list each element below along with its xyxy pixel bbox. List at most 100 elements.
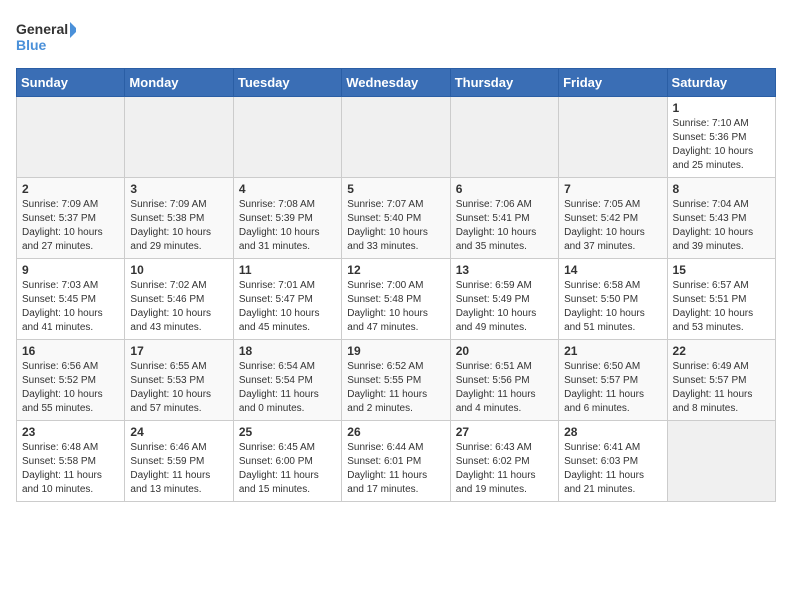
day-info: Sunrise: 6:55 AM Sunset: 5:53 PM Dayligh… — [130, 360, 227, 416]
calendar-cell: 18 Sunrise: 6:54 AM Sunset: 5:54 PM Dayli… — [233, 340, 341, 421]
day-number: 3 — [130, 182, 227, 196]
calendar-cell: 13 Sunrise: 6:59 AM Sunset: 5:49 PM Dayli… — [450, 259, 558, 340]
day-info: Sunrise: 6:50 AM Sunset: 5:57 PM Dayligh… — [564, 360, 661, 416]
day-number: 10 — [130, 263, 227, 277]
day-info: Sunrise: 7:09 AM Sunset: 5:37 PM Dayligh… — [22, 198, 119, 254]
calendar-cell: 10 Sunrise: 7:02 AM Sunset: 5:46 PM Dayli… — [125, 259, 233, 340]
day-number: 24 — [130, 425, 227, 439]
day-info: Sunrise: 6:41 AM Sunset: 6:03 PM Dayligh… — [564, 441, 661, 497]
day-number: 28 — [564, 425, 661, 439]
calendar-cell: 27 Sunrise: 6:43 AM Sunset: 6:02 PM Dayli… — [450, 421, 558, 502]
calendar-cell — [17, 97, 125, 178]
dow-header-sunday: Sunday — [17, 69, 125, 97]
day-number: 1 — [673, 101, 770, 115]
week-row-5: 23 Sunrise: 6:48 AM Sunset: 5:58 PM Dayli… — [17, 421, 776, 502]
day-of-week-row: SundayMondayTuesdayWednesdayThursdayFrid… — [17, 69, 776, 97]
day-number: 16 — [22, 344, 119, 358]
day-info: Sunrise: 6:49 AM Sunset: 5:57 PM Dayligh… — [673, 360, 770, 416]
calendar-cell: 20Sunrise: 6:51 AM Sunset: 5:56 PM Dayli… — [450, 340, 558, 421]
calendar-cell: 23 Sunrise: 6:48 AM Sunset: 5:58 PM Dayli… — [17, 421, 125, 502]
day-number: 21 — [564, 344, 661, 358]
dow-header-monday: Monday — [125, 69, 233, 97]
calendar-cell — [450, 97, 558, 178]
day-info: Sunrise: 6:46 AM Sunset: 5:59 PM Dayligh… — [130, 441, 227, 497]
calendar-cell: 24 Sunrise: 6:46 AM Sunset: 5:59 PM Dayli… — [125, 421, 233, 502]
week-row-3: 9 Sunrise: 7:03 AM Sunset: 5:45 PM Daylig… — [17, 259, 776, 340]
logo-icon: General Blue — [16, 16, 76, 60]
calendar-cell: 3 Sunrise: 7:09 AM Sunset: 5:38 PM Daylig… — [125, 178, 233, 259]
week-row-4: 16 Sunrise: 6:56 AM Sunset: 5:52 PM Dayli… — [17, 340, 776, 421]
day-number: 19 — [347, 344, 444, 358]
day-info: Sunrise: 6:56 AM Sunset: 5:52 PM Dayligh… — [22, 360, 119, 416]
day-number: 25 — [239, 425, 336, 439]
calendar-cell: 4Sunrise: 7:08 AM Sunset: 5:39 PM Daylig… — [233, 178, 341, 259]
logo: General Blue — [16, 16, 76, 60]
dow-header-thursday: Thursday — [450, 69, 558, 97]
day-number: 22 — [673, 344, 770, 358]
svg-text:General: General — [16, 21, 68, 37]
day-info: Sunrise: 7:03 AM Sunset: 5:45 PM Dayligh… — [22, 279, 119, 335]
day-info: Sunrise: 7:01 AM Sunset: 5:47 PM Dayligh… — [239, 279, 336, 335]
calendar-cell: 7 Sunrise: 7:05 AM Sunset: 5:42 PM Daylig… — [559, 178, 667, 259]
day-number: 18 — [239, 344, 336, 358]
calendar-cell: 22 Sunrise: 6:49 AM Sunset: 5:57 PM Dayli… — [667, 340, 775, 421]
day-info: Sunrise: 6:48 AM Sunset: 5:58 PM Dayligh… — [22, 441, 119, 497]
day-info: Sunrise: 7:04 AM Sunset: 5:43 PM Dayligh… — [673, 198, 770, 254]
day-info: Sunrise: 6:44 AM Sunset: 6:01 PM Dayligh… — [347, 441, 444, 497]
calendar-cell — [125, 97, 233, 178]
day-number: 27 — [456, 425, 553, 439]
calendar-cell: 19 Sunrise: 6:52 AM Sunset: 5:55 PM Dayli… — [342, 340, 450, 421]
day-number: 6 — [456, 182, 553, 196]
day-info: Sunrise: 7:08 AM Sunset: 5:39 PM Dayligh… — [239, 198, 336, 254]
day-info: Sunrise: 7:06 AM Sunset: 5:41 PM Dayligh… — [456, 198, 553, 254]
dow-header-tuesday: Tuesday — [233, 69, 341, 97]
day-number: 17 — [130, 344, 227, 358]
day-info: Sunrise: 6:57 AM Sunset: 5:51 PM Dayligh… — [673, 279, 770, 335]
calendar-cell: 9 Sunrise: 7:03 AM Sunset: 5:45 PM Daylig… — [17, 259, 125, 340]
day-number: 9 — [22, 263, 119, 277]
calendar-cell: 15 Sunrise: 6:57 AM Sunset: 5:51 PM Dayli… — [667, 259, 775, 340]
day-number: 26 — [347, 425, 444, 439]
day-info: Sunrise: 7:09 AM Sunset: 5:38 PM Dayligh… — [130, 198, 227, 254]
calendar-cell: 14 Sunrise: 6:58 AM Sunset: 5:50 PM Dayli… — [559, 259, 667, 340]
day-info: Sunrise: 7:02 AM Sunset: 5:46 PM Dayligh… — [130, 279, 227, 335]
day-info: Sunrise: 6:59 AM Sunset: 5:49 PM Dayligh… — [456, 279, 553, 335]
day-number: 20 — [456, 344, 553, 358]
day-number: 5 — [347, 182, 444, 196]
calendar-cell: 8 Sunrise: 7:04 AM Sunset: 5:43 PM Daylig… — [667, 178, 775, 259]
day-number: 8 — [673, 182, 770, 196]
day-info: Sunrise: 7:10 AM Sunset: 5:36 PM Dayligh… — [673, 117, 770, 173]
day-number: 14 — [564, 263, 661, 277]
calendar-cell: 11 Sunrise: 7:01 AM Sunset: 5:47 PM Dayli… — [233, 259, 341, 340]
calendar-cell: 25Sunrise: 6:45 AM Sunset: 6:00 PM Dayli… — [233, 421, 341, 502]
calendar-cell: 28 Sunrise: 6:41 AM Sunset: 6:03 PM Dayli… — [559, 421, 667, 502]
svg-text:Blue: Blue — [16, 37, 47, 53]
day-info: Sunrise: 7:05 AM Sunset: 5:42 PM Dayligh… — [564, 198, 661, 254]
calendar-cell: 26 Sunrise: 6:44 AM Sunset: 6:01 PM Dayli… — [342, 421, 450, 502]
calendar-cell: 2 Sunrise: 7:09 AM Sunset: 5:37 PM Daylig… — [17, 178, 125, 259]
day-info: Sunrise: 7:07 AM Sunset: 5:40 PM Dayligh… — [347, 198, 444, 254]
calendar-cell: 12Sunrise: 7:00 AM Sunset: 5:48 PM Dayli… — [342, 259, 450, 340]
dow-header-saturday: Saturday — [667, 69, 775, 97]
day-number: 13 — [456, 263, 553, 277]
calendar-cell: 16 Sunrise: 6:56 AM Sunset: 5:52 PM Dayli… — [17, 340, 125, 421]
calendar-cell — [342, 97, 450, 178]
calendar: SundayMondayTuesdayWednesdayThursdayFrid… — [16, 68, 776, 502]
calendar-cell — [233, 97, 341, 178]
week-row-1: 1 Sunrise: 7:10 AM Sunset: 5:36 PM Daylig… — [17, 97, 776, 178]
day-number: 15 — [673, 263, 770, 277]
calendar-cell: 5 Sunrise: 7:07 AM Sunset: 5:40 PM Daylig… — [342, 178, 450, 259]
calendar-cell — [667, 421, 775, 502]
day-info: Sunrise: 7:00 AM Sunset: 5:48 PM Dayligh… — [347, 279, 444, 335]
calendar-cell: 21 Sunrise: 6:50 AM Sunset: 5:57 PM Dayli… — [559, 340, 667, 421]
day-info: Sunrise: 6:43 AM Sunset: 6:02 PM Dayligh… — [456, 441, 553, 497]
day-number: 11 — [239, 263, 336, 277]
day-info: Sunrise: 6:52 AM Sunset: 5:55 PM Dayligh… — [347, 360, 444, 416]
day-number: 2 — [22, 182, 119, 196]
day-info: Sunrise: 6:58 AM Sunset: 5:50 PM Dayligh… — [564, 279, 661, 335]
dow-header-friday: Friday — [559, 69, 667, 97]
dow-header-wednesday: Wednesday — [342, 69, 450, 97]
day-info: Sunrise: 6:54 AM Sunset: 5:54 PM Dayligh… — [239, 360, 336, 416]
day-number: 7 — [564, 182, 661, 196]
day-number: 23 — [22, 425, 119, 439]
